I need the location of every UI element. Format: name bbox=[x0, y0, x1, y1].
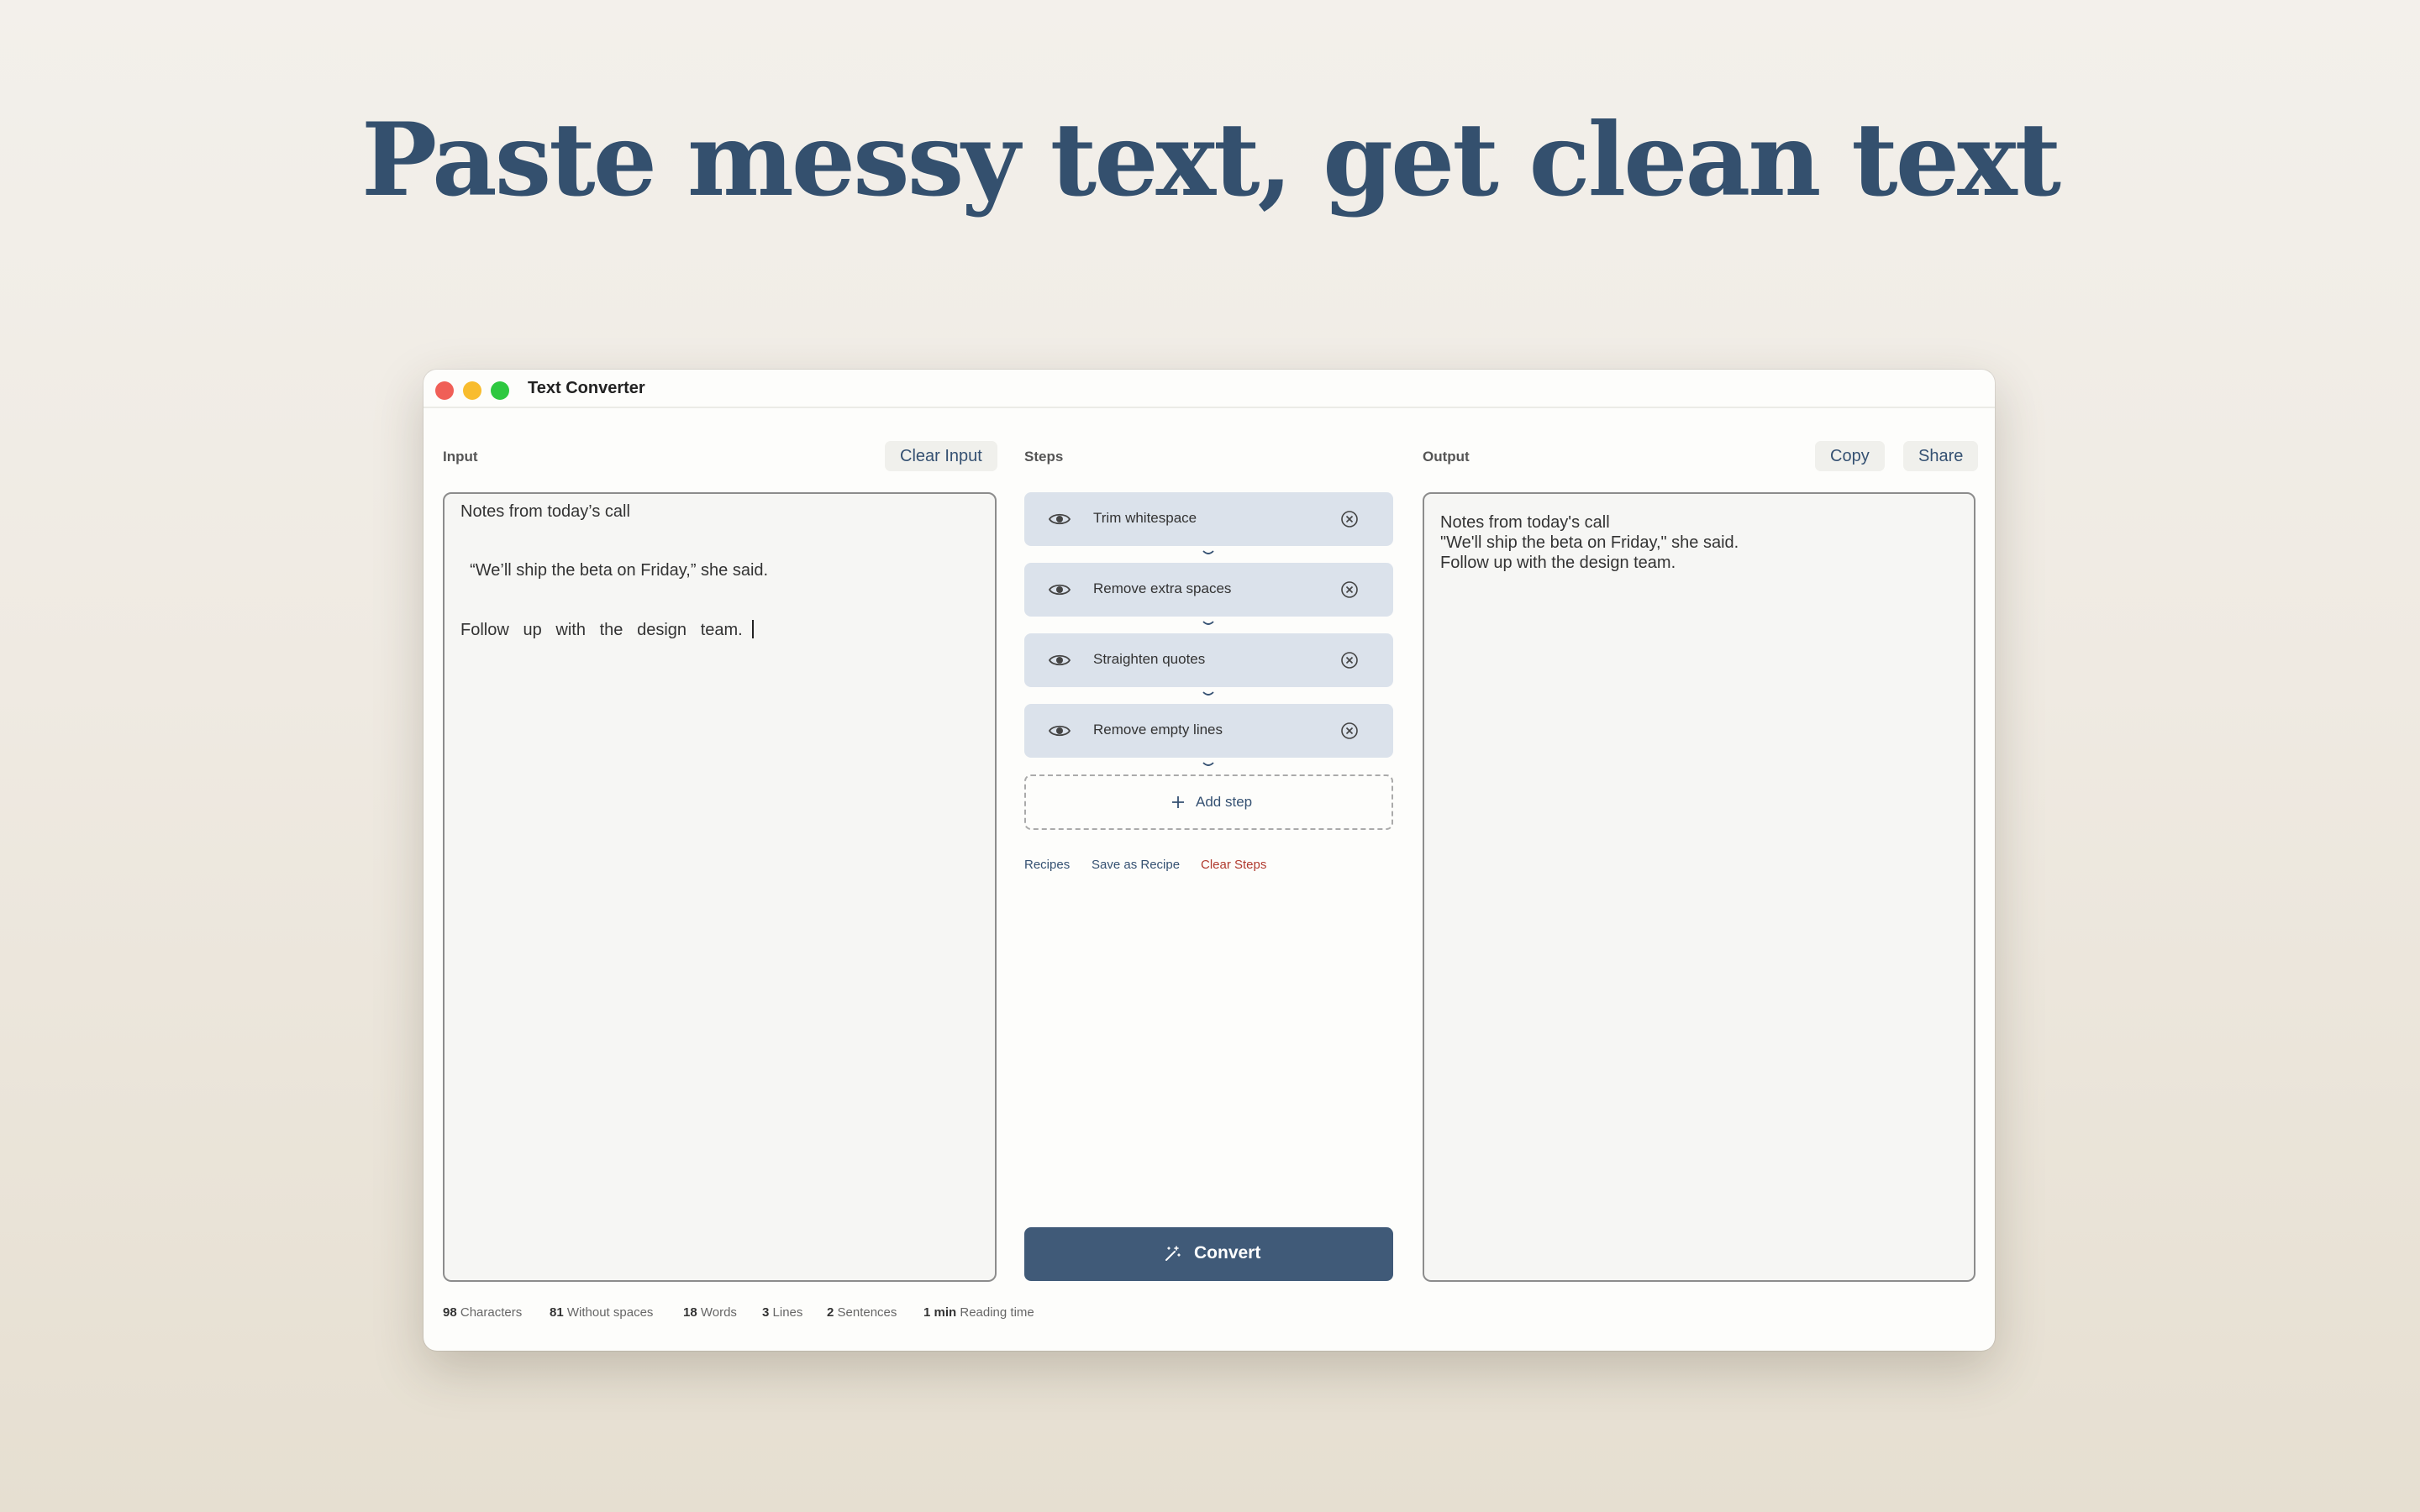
step-card[interactable]: Straighten quotes bbox=[1024, 633, 1393, 687]
stat-words: 18 Words bbox=[683, 1305, 737, 1320]
text-cursor bbox=[751, 620, 754, 638]
close-window-button[interactable] bbox=[435, 381, 454, 400]
stat-reading-time: 1 min Reading time bbox=[923, 1305, 1034, 1320]
zoom-window-button[interactable] bbox=[491, 381, 509, 400]
recipes-link[interactable]: Recipes bbox=[1024, 858, 1070, 872]
step-label: Straighten quotes bbox=[1093, 651, 1206, 667]
eye-icon[interactable] bbox=[1048, 651, 1071, 669]
save-as-recipe-link[interactable]: Save as Recipe bbox=[1092, 858, 1180, 872]
step-label: Remove empty lines bbox=[1093, 722, 1223, 738]
eye-icon[interactable] bbox=[1048, 510, 1071, 528]
eye-icon[interactable] bbox=[1048, 580, 1071, 599]
convert-label: Convert bbox=[1194, 1243, 1261, 1263]
clear-input-button[interactable]: Clear Input bbox=[885, 441, 997, 471]
step-connector-icon bbox=[1202, 691, 1214, 696]
magic-wand-icon bbox=[1165, 1246, 1181, 1261]
input-line: Notes from today’s call bbox=[460, 502, 630, 521]
step-label: Trim whitespace bbox=[1093, 510, 1197, 526]
stat-characters: 98 Characters bbox=[443, 1305, 523, 1320]
step-card[interactable]: Remove empty lines bbox=[1024, 704, 1393, 758]
title-bar: Text Converter bbox=[424, 370, 1995, 408]
output-textarea[interactable]: Notes from today's call "We'll ship the … bbox=[1423, 492, 1975, 1282]
steps-label: Steps bbox=[1024, 449, 1064, 465]
stat-sentences: 2 Sentences bbox=[827, 1305, 897, 1320]
share-button[interactable]: Share bbox=[1903, 441, 1979, 471]
page-headline: Paste messy text, get clean text bbox=[360, 101, 2061, 219]
convert-button[interactable]: Convert bbox=[1024, 1227, 1393, 1281]
input-label: Input bbox=[443, 449, 478, 465]
minimize-window-button[interactable] bbox=[463, 381, 481, 400]
eye-icon[interactable] bbox=[1048, 722, 1071, 740]
step-connector-icon bbox=[1202, 762, 1214, 766]
remove-circle-icon[interactable] bbox=[1340, 651, 1359, 669]
output-line: Notes from today's call bbox=[1440, 513, 1610, 532]
stat-lines: 3 Lines bbox=[762, 1305, 803, 1320]
step-card[interactable]: Remove extra spaces bbox=[1024, 563, 1393, 617]
clear-steps-link[interactable]: Clear Steps bbox=[1201, 858, 1266, 872]
step-connector-icon bbox=[1202, 621, 1214, 625]
remove-circle-icon[interactable] bbox=[1340, 580, 1359, 599]
step-label: Remove extra spaces bbox=[1093, 580, 1232, 596]
add-step-button[interactable]: Add step bbox=[1024, 774, 1393, 830]
input-line: Follow up with the design team. bbox=[460, 621, 752, 639]
add-step-label: Add step bbox=[1196, 794, 1253, 810]
remove-circle-icon[interactable] bbox=[1340, 510, 1359, 528]
output-line: Follow up with the design team. bbox=[1440, 554, 1676, 572]
window-title: Text Converter bbox=[528, 379, 645, 397]
step-card[interactable]: Trim whitespace bbox=[1024, 492, 1393, 546]
step-connector-icon bbox=[1202, 550, 1214, 554]
stat-without-spaces: 81 Without spaces bbox=[550, 1305, 654, 1320]
plus-icon bbox=[1172, 796, 1184, 808]
output-line: "We'll ship the beta on Friday," she sai… bbox=[1440, 533, 1739, 552]
output-label: Output bbox=[1423, 449, 1470, 465]
copy-button[interactable]: Copy bbox=[1815, 441, 1885, 471]
input-textarea[interactable]: Notes from today’s call “We’ll ship the … bbox=[443, 492, 997, 1282]
input-line: “We’ll ship the beta on Friday,” she sai… bbox=[460, 561, 769, 580]
remove-circle-icon[interactable] bbox=[1340, 722, 1359, 740]
